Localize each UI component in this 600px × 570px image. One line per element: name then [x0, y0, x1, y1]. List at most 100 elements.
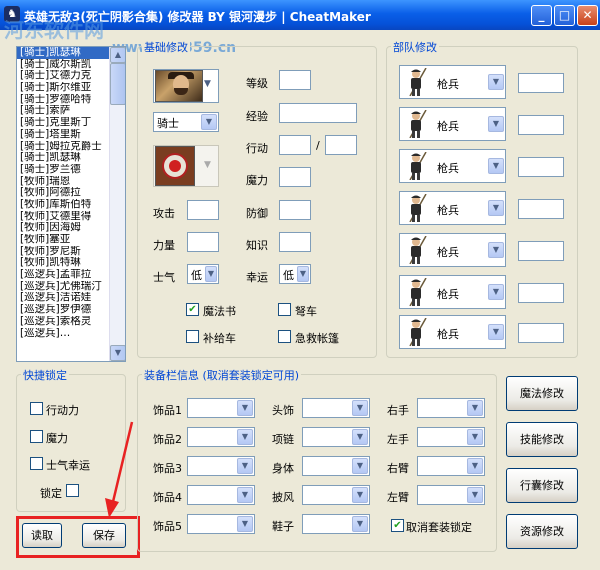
equip-slot-combo[interactable]: ▼ — [302, 398, 370, 418]
character-list-item[interactable]: [骑士]凯瑟琳 — [17, 152, 110, 164]
chevron-down-icon[interactable]: ▼ — [297, 266, 309, 282]
lock-mana-checkbox[interactable] — [30, 430, 43, 443]
chevron-down-icon[interactable]: ▼ — [488, 284, 504, 300]
chevron-down-icon[interactable]: ▼ — [488, 158, 504, 174]
chevron-down-icon[interactable]: ▼ — [488, 74, 504, 90]
character-list-item[interactable]: [骑士]姆拉克爵士 — [17, 141, 110, 153]
scroll-down-arrow-icon[interactable]: ▼ — [110, 345, 125, 361]
chevron-down-icon[interactable]: ▼ — [488, 242, 504, 258]
character-list-item[interactable]: [骑士]罗德哈特 — [17, 94, 110, 106]
maximize-button[interactable]: □ — [554, 5, 575, 26]
lock-checkbox[interactable] — [66, 484, 79, 497]
chevron-down-icon[interactable]: ▼ — [352, 458, 368, 474]
chevron-down-icon[interactable]: ▼ — [237, 487, 253, 503]
chevron-down-icon[interactable]: ▼ — [467, 429, 483, 445]
character-list-item[interactable]: [牧师]艾德里得 — [17, 211, 110, 223]
power-input[interactable] — [187, 232, 219, 252]
army-unit-combo[interactable]: 枪兵 ▼ — [399, 275, 506, 309]
character-list-item[interactable]: [骑士]罗兰德 — [17, 164, 110, 176]
minimize-button[interactable]: _ — [531, 5, 552, 26]
lock-move-checkbox[interactable] — [30, 402, 43, 415]
chevron-down-icon[interactable]: ▼ — [205, 266, 217, 282]
character-listbox[interactable]: [骑士]凯瑟琳 [骑士]威尔斯凯 [骑士]艾德力克 [骑士]斯尔维亚 [骑士]罗德哈特[… — [16, 46, 126, 362]
chevron-down-icon[interactable]: ▼ — [467, 400, 483, 416]
army-unit-combo[interactable]: 枪兵 ▼ — [399, 65, 506, 99]
chevron-down-icon[interactable]: ▼ — [467, 458, 483, 474]
character-list-item[interactable]: [骑士]索萨 — [17, 105, 110, 117]
skill-edit-button[interactable]: 技能修改 — [506, 422, 578, 457]
class-combo[interactable]: 骑士 ▼ — [153, 112, 219, 132]
character-list-item[interactable]: [骑士]斯尔维亚 — [17, 82, 110, 94]
attack-input[interactable] — [187, 200, 219, 220]
bag-edit-button[interactable]: 行囊修改 — [506, 468, 578, 503]
equip-slot-combo[interactable]: ▼ — [187, 456, 255, 476]
defense-input[interactable] — [279, 200, 311, 220]
army-count-input[interactable] — [518, 157, 564, 177]
army-count-input[interactable] — [518, 283, 564, 303]
equip-slot-combo[interactable]: ▼ — [187, 485, 255, 505]
equip-slot-combo[interactable]: ▼ — [187, 427, 255, 447]
chevron-down-icon[interactable]: ▼ — [488, 200, 504, 216]
character-list-item[interactable]: [巡逻兵]尤佛瑞汀 — [17, 281, 110, 293]
knowledge-input[interactable] — [279, 232, 311, 252]
list-scrollbar[interactable]: ▲ ▼ — [109, 47, 125, 361]
chevron-down-icon[interactable]: ▼ — [488, 324, 504, 340]
scroll-up-arrow-icon[interactable]: ▲ — [110, 47, 125, 63]
equip-slot-combo[interactable]: ▼ — [187, 398, 255, 418]
chevron-down-icon[interactable]: ▼ — [352, 400, 368, 416]
army-unit-combo[interactable]: 枪兵 ▼ — [399, 233, 506, 267]
portrait-combo[interactable]: ▼ — [153, 69, 219, 103]
equip-slot-combo[interactable]: ▼ — [302, 485, 370, 505]
character-list-item[interactable]: [骑士]凯瑟琳 — [17, 47, 110, 59]
equip-slot-combo[interactable]: ▼ — [417, 456, 485, 476]
chevron-down-icon[interactable]: ▼ — [352, 516, 368, 532]
chevron-down-icon[interactable]: ▼ — [352, 487, 368, 503]
equip-slot-combo[interactable]: ▼ — [417, 485, 485, 505]
resource-edit-button[interactable]: 资源修改 — [506, 514, 578, 549]
chevron-down-icon[interactable]: ▼ — [352, 429, 368, 445]
character-list-item[interactable]: [巡逻兵]罗伊德 — [17, 304, 110, 316]
character-list-item[interactable]: [牧师]塞亚 — [17, 234, 110, 246]
chevron-down-icon[interactable]: ▼ — [201, 114, 217, 130]
army-count-input[interactable] — [518, 241, 564, 261]
equip-slot-combo[interactable]: ▼ — [302, 456, 370, 476]
morale-combo[interactable]: 低 ▼ — [187, 264, 219, 284]
character-list-item[interactable]: [牧师]罗尼斯 — [17, 246, 110, 258]
level-input[interactable] — [279, 70, 311, 90]
army-unit-combo[interactable]: 枪兵 ▼ — [399, 315, 506, 349]
chevron-down-icon[interactable]: ▼ — [204, 79, 211, 89]
equip-slot-combo[interactable]: ▼ — [187, 514, 255, 534]
luck-combo[interactable]: 低 ▼ — [279, 264, 311, 284]
army-unit-combo[interactable]: 枪兵 ▼ — [399, 149, 506, 183]
character-list-item[interactable]: [骑士]威尔斯凯 — [17, 59, 110, 71]
cancel-set-lock-checkbox[interactable]: ✔ — [391, 519, 404, 532]
lock-morale-luck-checkbox[interactable] — [30, 457, 43, 470]
chevron-down-icon[interactable]: ▼ — [237, 429, 253, 445]
move-max-input[interactable] — [325, 135, 357, 155]
scroll-thumb[interactable] — [110, 63, 125, 105]
chevron-down-icon[interactable]: ▼ — [237, 458, 253, 474]
equip-slot-combo[interactable]: ▼ — [302, 427, 370, 447]
character-list-item[interactable]: [骑士]塔里斯 — [17, 129, 110, 141]
close-button[interactable]: ✕ — [577, 5, 598, 26]
character-list-item[interactable]: [牧师]阿德拉 — [17, 187, 110, 199]
exp-input[interactable] — [279, 103, 357, 123]
character-list-item[interactable]: [骑士]克里斯丁 — [17, 117, 110, 129]
mana-input[interactable] — [279, 167, 311, 187]
equip-slot-combo[interactable]: ▼ — [417, 398, 485, 418]
army-count-input[interactable] — [518, 199, 564, 219]
army-count-input[interactable] — [518, 323, 564, 343]
first-aid-tent-checkbox[interactable] — [278, 330, 291, 343]
chevron-down-icon[interactable]: ▼ — [488, 116, 504, 132]
character-list-item[interactable]: [骑士]艾德力克 — [17, 70, 110, 82]
character-list-item[interactable]: [巡逻兵]… — [17, 328, 110, 340]
character-list-item[interactable]: [牧师]瑞恩 — [17, 176, 110, 188]
army-unit-combo[interactable]: 枪兵 ▼ — [399, 191, 506, 225]
army-count-input[interactable] — [518, 115, 564, 135]
magic-edit-button[interactable]: 魔法修改 — [506, 376, 578, 411]
army-count-input[interactable] — [518, 73, 564, 93]
character-list-item[interactable]: [巡逻兵]洁诺娃 — [17, 292, 110, 304]
move-current-input[interactable] — [279, 135, 311, 155]
character-list-item[interactable]: [巡逻兵]孟菲拉 — [17, 269, 110, 281]
ammo-cart-checkbox[interactable] — [186, 330, 199, 343]
